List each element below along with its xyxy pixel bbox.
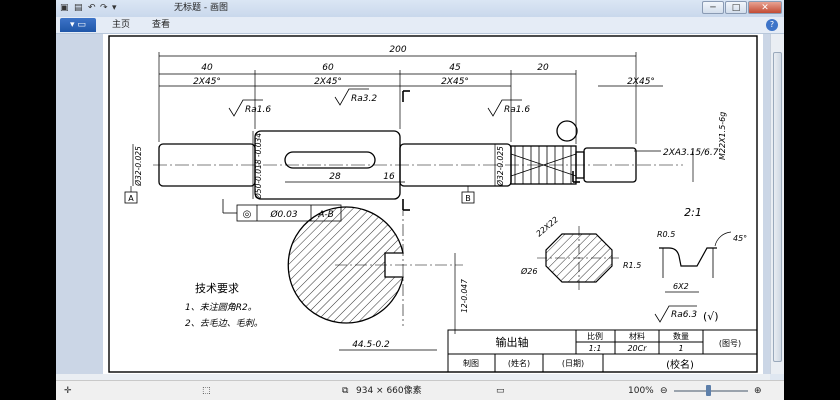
section-dia-26: Ø26 bbox=[520, 266, 537, 276]
roughness-check: (√) bbox=[703, 310, 719, 323]
file-menu-button[interactable]: ▾ ▭ bbox=[60, 18, 96, 32]
value-quantity: 1 bbox=[678, 344, 683, 353]
tab-view[interactable]: 查看 bbox=[152, 19, 170, 31]
detail-r05: R0.5 bbox=[657, 230, 675, 239]
chamfer-1: 2X45° bbox=[193, 77, 221, 87]
zoom-out-button[interactable]: ⊖ bbox=[660, 385, 668, 397]
window-title: 无标题 - 画图 bbox=[174, 3, 228, 13]
school-name: (校名) bbox=[666, 358, 694, 371]
minimize-button[interactable]: ─ bbox=[702, 1, 724, 14]
app-menu-icon[interactable]: ▣ bbox=[60, 2, 69, 14]
zoom-level: 100% bbox=[628, 386, 654, 396]
dim-45: 45 bbox=[449, 63, 461, 73]
top-dimension-lines bbox=[132, 52, 694, 199]
notes-heading: 技术要求 bbox=[195, 282, 239, 295]
vertical-scroll-thumb[interactable] bbox=[773, 52, 782, 362]
undo-icon[interactable]: ↶ bbox=[88, 2, 96, 14]
save-icon[interactable]: ▤ bbox=[74, 2, 83, 14]
image-size-icon: ⧉ bbox=[342, 386, 349, 396]
dim-20: 20 bbox=[537, 63, 549, 73]
tab-home[interactable]: 主页 bbox=[112, 19, 130, 31]
value-material: 20Cr bbox=[627, 344, 647, 353]
datum-b: B bbox=[465, 194, 471, 203]
paint-window: ▣ ▤ ↶ ↷ ▾ 无标题 - 画图 ─ □ ✕ ▾ ▭ 主页 查看 ? 200… bbox=[56, 0, 784, 400]
canvas-area[interactable]: 200 40 60 45 20 2X45° 2X45° 2X45° 2X45° … bbox=[56, 34, 770, 374]
concentricity-symbol: ◎ bbox=[243, 209, 252, 220]
header-quantity: 数量 bbox=[673, 331, 689, 341]
chamfer-3: 2X45° bbox=[441, 77, 469, 87]
engineering-drawing: 200 40 60 45 20 2X45° 2X45° 2X45° 2X45° … bbox=[108, 35, 758, 373]
redo-icon[interactable]: ↷ bbox=[100, 2, 108, 14]
detail-scale: 2:1 bbox=[684, 206, 702, 219]
zoom-in-button[interactable]: ⊕ bbox=[754, 385, 762, 397]
datum-a: A bbox=[128, 194, 134, 203]
dim-60: 60 bbox=[322, 63, 334, 73]
chamfer-2: 2X45° bbox=[314, 77, 342, 87]
disk-size-icon: ▭ bbox=[496, 386, 505, 396]
dim-200: 200 bbox=[389, 45, 406, 55]
dia-32-left: Ø32-0.025 bbox=[134, 146, 143, 187]
dim-16: 16 bbox=[383, 172, 395, 182]
drawing-canvas[interactable]: 200 40 60 45 20 2X45° 2X45° 2X45° 2X45° … bbox=[103, 34, 763, 374]
thread-spec: M22X1.5-6g bbox=[718, 112, 727, 160]
ribbon-tabs: ▾ ▭ 主页 查看 ? bbox=[56, 17, 784, 34]
general-roughness: Ra6.3 bbox=[671, 310, 697, 320]
status-bar: ✛ ⬚ ⧉ 934 × 660像素 ▭ 100% ⊖ ⊕ bbox=[56, 380, 784, 400]
dia-32-right: Ø32-0.025 bbox=[496, 146, 505, 187]
notes-line-2: 2、去毛边、毛刺。 bbox=[185, 318, 263, 329]
undercut-detail-view bbox=[659, 247, 717, 267]
key-depth-dim: 44.5-0.2 bbox=[352, 340, 390, 350]
vertical-scrollbar[interactable] bbox=[770, 34, 784, 374]
dim-40: 40 bbox=[201, 63, 213, 73]
value-scale: 1:1 bbox=[589, 344, 602, 353]
roughness-ra32: Ra3.2 bbox=[351, 94, 377, 104]
selection-size-icon: ⬚ bbox=[202, 386, 211, 396]
maximize-button[interactable]: □ bbox=[725, 1, 747, 14]
groove-dim: 6X2 bbox=[673, 282, 689, 291]
drawer-name: (姓名) bbox=[508, 358, 530, 368]
tolerance-value: Ø0.03 bbox=[269, 209, 297, 220]
draw-date: (日期) bbox=[562, 359, 584, 368]
detail-r15: R1.5 bbox=[623, 261, 641, 270]
roughness-ra16-right: Ra1.6 bbox=[504, 105, 530, 115]
title-bar: ▣ ▤ ↶ ↷ ▾ 无标题 - 画图 ─ □ ✕ bbox=[56, 0, 784, 17]
header-material: 材料 bbox=[629, 331, 645, 341]
shaft-outline bbox=[158, 120, 637, 200]
section-cut-marks bbox=[402, 90, 580, 211]
help-icon[interactable]: ? bbox=[766, 19, 778, 31]
drawn-by-label: 制图 bbox=[463, 358, 479, 368]
image-size-text: 934 × 660像素 bbox=[356, 386, 422, 396]
header-scale: 比例 bbox=[587, 331, 603, 341]
undercut-spec: 2XA3.15/6.7 bbox=[663, 148, 719, 158]
square-size-dim: 22X22 bbox=[535, 215, 561, 239]
zoom-slider-thumb[interactable] bbox=[706, 385, 711, 396]
dim-28: 28 bbox=[329, 172, 341, 182]
key-width-dim: 12-0.047 bbox=[460, 279, 469, 313]
customize-dropdown-icon[interactable]: ▾ bbox=[112, 2, 117, 14]
notes-line-1: 1、未注圆角R2。 bbox=[185, 302, 257, 313]
cursor-position-icon: ✛ bbox=[64, 386, 72, 396]
roughness-ra16-left: Ra1.6 bbox=[245, 105, 271, 115]
chamfer-4: 2X45° bbox=[627, 77, 655, 87]
dia-50: Ø50-0.018 -0.034 bbox=[254, 133, 263, 200]
close-button[interactable]: ✕ bbox=[748, 1, 782, 14]
zoom-slider[interactable] bbox=[674, 390, 748, 392]
detail-angle: 45° bbox=[733, 234, 747, 243]
drawing-number: (图号) bbox=[719, 339, 741, 348]
part-name: 输出轴 bbox=[496, 335, 529, 349]
